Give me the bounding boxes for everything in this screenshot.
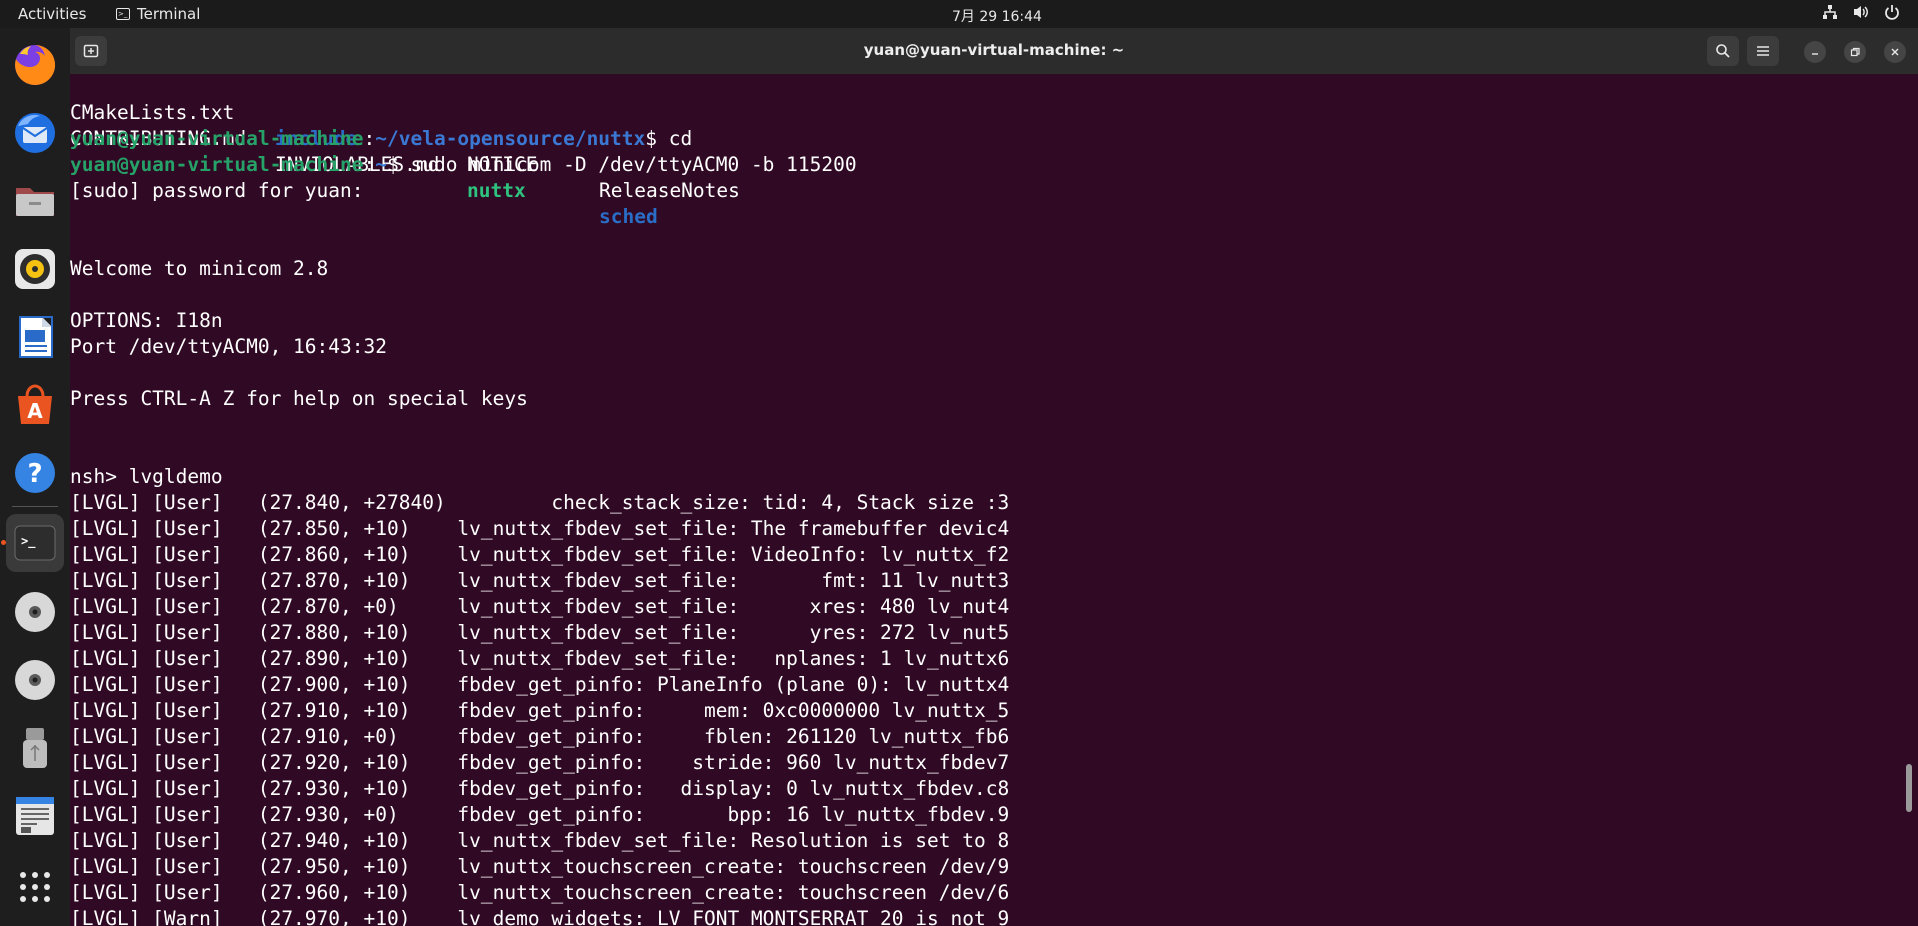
thunderbird-icon	[15, 113, 55, 153]
dock-writer[interactable]	[6, 308, 64, 366]
menu-button[interactable]	[1747, 36, 1779, 66]
restore-icon	[1850, 47, 1860, 57]
app-center-icon: A	[18, 384, 52, 424]
dock-files[interactable]	[6, 172, 64, 230]
dir-entry: sched	[599, 205, 658, 228]
dock-disc-1[interactable]	[6, 583, 64, 641]
network-icon	[1823, 5, 1837, 19]
terminal-output-line: [LVGL] [User] (27.900, +10) fbdev_get_pi…	[70, 673, 1010, 696]
terminal-icon: >_	[14, 525, 56, 561]
terminal-output-line: [LVGL] [User] (27.870, +10) lv_nuttx_fbd…	[70, 569, 1010, 592]
terminal-output-line: OPTIONS: I18n	[70, 309, 223, 332]
terminal-output-line: [LVGL] [User] (27.950, +10) lv_nuttx_tou…	[70, 855, 1010, 878]
terminal-output-line: Welcome to minicom 2.8	[70, 257, 329, 280]
prompt-path: ~/vela-opensource/nuttx	[375, 127, 646, 150]
terminal-output-line: [LVGL] [User] (27.960, +10) lv_nuttx_tou…	[70, 881, 1010, 904]
activities-button[interactable]: Activities	[18, 5, 86, 23]
terminal-output-line: [LVGL] [User] (27.880, +10) lv_nuttx_fbd…	[70, 621, 1010, 644]
disc-icon	[15, 660, 55, 700]
exec-entry: nuttx	[467, 179, 526, 202]
hamburger-menu-icon	[1757, 46, 1769, 56]
system-tray[interactable]	[1822, 4, 1900, 20]
app-menu[interactable]: >_ Terminal	[116, 5, 200, 23]
terminal-output-line: Press CTRL-A Z for help on special keys	[70, 387, 528, 410]
dock-app-grid[interactable]	[6, 858, 64, 916]
top-bar: Activities >_ Terminal 7月 29 16:44	[0, 0, 1918, 28]
terminal-output-line: Port /dev/ttyACM0, 16:43:32	[70, 335, 387, 358]
dock-firefox[interactable]	[6, 36, 64, 94]
terminal-output-line: [LVGL] [User] (27.870, +0) lv_nuttx_fbde…	[70, 595, 1010, 618]
rhythmbox-icon	[15, 249, 55, 289]
power-icon	[1885, 5, 1899, 20]
dock-rhythmbox[interactable]	[6, 240, 64, 298]
svg-text:?: ?	[27, 459, 42, 489]
dock-text-editor[interactable]	[6, 787, 64, 845]
dock-thunderbird[interactable]	[6, 104, 64, 162]
dock-usb[interactable]	[6, 719, 64, 777]
prompt-colon: :	[363, 153, 376, 176]
ls-row: CONTRIBUTING.md INVIOLABLES.md nuttx sch…	[70, 100, 658, 228]
dock-separator	[12, 506, 58, 507]
terminal-output-line: [LVGL] [User] (27.940, +10) lv_nuttx_fbd…	[70, 829, 1010, 852]
command-text: $ cd	[645, 127, 693, 150]
dock-disc-2[interactable]	[6, 651, 64, 709]
svg-text:>_: >_	[21, 534, 36, 549]
clock[interactable]: 7月 29 16:44	[952, 6, 1042, 26]
terminal-output-line: [LVGL] [Warn] (27.970, +10) lv_demo_widg…	[70, 907, 1010, 926]
dock-app-center[interactable]: A	[6, 376, 64, 434]
terminal-output-line: [LVGL] [User] (27.850, +10) lv_nuttx_fbd…	[70, 517, 1010, 540]
file-entry: ReleaseNotes	[599, 179, 740, 202]
command-text: $ sudo minicom -D /dev/ttyACM0 -b 115200	[387, 153, 857, 176]
prompt-colon: :	[363, 127, 376, 150]
dock: A ? >_	[0, 28, 70, 926]
ls-row: CMakeLists.txt include NOTICE ReleaseNot…	[70, 74, 740, 202]
help-icon: ?	[15, 453, 55, 493]
search-button[interactable]	[1707, 36, 1739, 66]
terminal-output-line: [LVGL] [User] (27.930, +0) fbdev_get_pin…	[70, 803, 1010, 826]
dock-help[interactable]: ?	[6, 444, 64, 502]
scrollbar-thumb[interactable]	[1906, 764, 1912, 812]
terminal-output-line: [LVGL] [User] (27.860, +10) lv_nuttx_fbd…	[70, 543, 1010, 566]
terminal-output-line: [LVGL] [User] (27.890, +10) lv_nuttx_fbd…	[70, 647, 1010, 670]
terminal-output-line: nsh> lvgldemo	[70, 465, 223, 488]
terminal-icon: >_	[116, 8, 130, 20]
text-editor-icon	[16, 797, 54, 835]
prompt-line: yuan@yuan-virtual-machine:~/vela-opensou…	[70, 126, 692, 152]
prompt-user: yuan@yuan-virtual-machine	[70, 127, 364, 150]
minimize-icon	[1812, 53, 1818, 55]
search-icon	[1716, 44, 1730, 58]
terminal-view[interactable]: CMakeLists.txt include NOTICE ReleaseNot…	[70, 74, 1918, 926]
window-title: yuan@yuan-virtual-machine: ~	[863, 41, 1125, 59]
close-icon	[1891, 48, 1899, 56]
window-header: yuan@yuan-virtual-machine: ~	[70, 28, 1918, 74]
libreoffice-writer-icon	[19, 316, 53, 358]
app-menu-label: Terminal	[137, 5, 201, 23]
prompt-path: ~	[375, 153, 387, 176]
close-button[interactable]	[1884, 41, 1906, 63]
firefox-icon	[15, 44, 56, 85]
svg-text:A: A	[27, 399, 43, 423]
terminal-output-line: [LVGL] [User] (27.910, +10) fbdev_get_pi…	[70, 699, 1010, 722]
volume-icon	[1854, 6, 1868, 18]
restore-button[interactable]	[1844, 41, 1866, 63]
prompt-user: yuan@yuan-virtual-machine	[70, 153, 364, 176]
minimize-button[interactable]	[1804, 41, 1826, 63]
dock-terminal[interactable]: >_	[6, 514, 64, 572]
terminal-output-line: [LVGL] [User] (27.840, +27840) check_sta…	[70, 491, 1010, 514]
terminal-output-line: [sudo] password for yuan:	[70, 179, 364, 202]
terminal-output-line: [LVGL] [User] (27.930, +10) fbdev_get_pi…	[70, 777, 1010, 800]
app-grid-icon	[20, 872, 50, 902]
files-icon	[16, 188, 54, 216]
disc-icon	[15, 592, 55, 632]
terminal-output-line: [LVGL] [User] (27.920, +10) fbdev_get_pi…	[70, 751, 1010, 774]
usb-drive-icon	[23, 728, 47, 768]
terminal-output-line: [LVGL] [User] (27.910, +0) fbdev_get_pin…	[70, 725, 1010, 748]
prompt-line: yuan@yuan-virtual-machine:~$ sudo minico…	[70, 152, 857, 178]
